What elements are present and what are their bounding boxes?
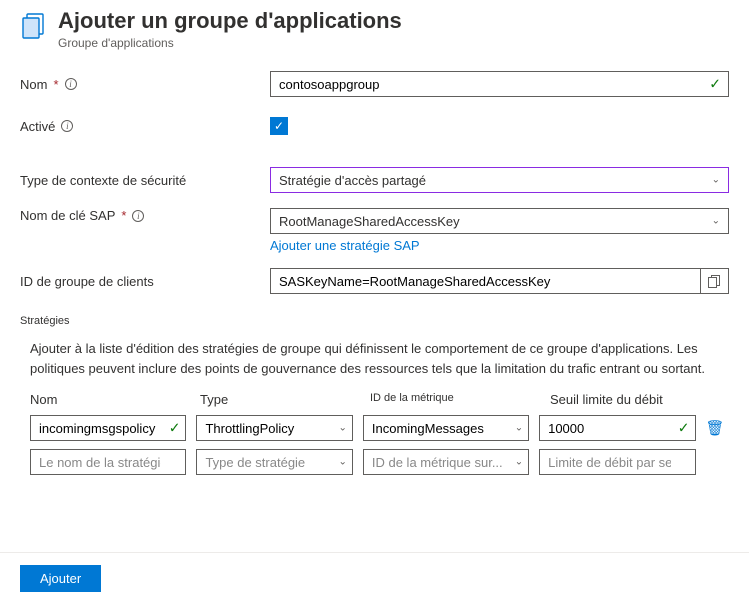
label-client-group-id: ID de groupe de clients bbox=[20, 274, 270, 289]
copy-icon bbox=[708, 275, 721, 288]
label-security-context: Type de contexte de sécurité bbox=[20, 173, 270, 188]
info-icon[interactable]: i bbox=[132, 210, 144, 222]
col-header-metric: ID de la métrique bbox=[370, 392, 540, 407]
policy-type-select[interactable] bbox=[196, 415, 352, 441]
page-subtitle: Groupe d'applications bbox=[58, 36, 402, 50]
chevron-down-icon: ⌄ bbox=[515, 423, 523, 434]
info-icon[interactable]: i bbox=[61, 120, 73, 132]
row-security-context: Type de contexte de sécurité Stratégie d… bbox=[20, 166, 729, 194]
check-icon: ✓ bbox=[169, 420, 181, 437]
check-icon: ✓ bbox=[678, 420, 690, 437]
add-sap-link[interactable]: Ajouter une stratégie SAP bbox=[270, 238, 420, 253]
chevron-down-icon: ⌄ bbox=[712, 175, 720, 186]
copy-button[interactable] bbox=[701, 268, 729, 294]
policy-name-input-empty[interactable] bbox=[30, 449, 186, 475]
policy-metric-select-empty[interactable] bbox=[363, 449, 529, 475]
policy-name-input[interactable] bbox=[30, 415, 186, 441]
row-sap-key: Nom de clé SAP*i RootManageSharedAccessK… bbox=[20, 208, 729, 253]
col-header-name: Nom bbox=[30, 392, 190, 407]
page-title: Ajouter un groupe d'applications bbox=[58, 8, 402, 34]
table-row-empty: ⌄ ⌄ bbox=[30, 449, 729, 475]
row-name: Nom* i ✓ bbox=[20, 70, 729, 98]
name-input[interactable] bbox=[270, 71, 729, 97]
label-name: Nom* i bbox=[20, 77, 270, 92]
enabled-checkbox[interactable]: ✓ bbox=[270, 117, 288, 135]
policies-description: Ajouter à la liste d'édition des stratég… bbox=[0, 339, 749, 378]
policy-metric-select[interactable] bbox=[363, 415, 529, 441]
page-header: Ajouter un groupe d'applications Groupe … bbox=[0, 0, 749, 60]
footer: Ajouter bbox=[0, 552, 749, 604]
policy-type-select-empty[interactable] bbox=[196, 449, 352, 475]
info-icon[interactable]: i bbox=[65, 78, 77, 90]
label-enabled: Activé i bbox=[20, 119, 270, 134]
chevron-down-icon: ⌄ bbox=[712, 216, 720, 227]
row-client-group-id: ID de groupe de clients bbox=[20, 267, 729, 295]
policy-threshold-input[interactable] bbox=[539, 415, 695, 441]
submit-button[interactable]: Ajouter bbox=[20, 565, 101, 592]
table-row: ✓ ⌄ ⌄ ✓ 🗑 bbox=[30, 415, 729, 441]
row-enabled: Activé i ✓ bbox=[20, 112, 729, 140]
chevron-down-icon: ⌄ bbox=[338, 423, 346, 434]
policies-section-title: Stratégies bbox=[20, 315, 749, 327]
client-group-id-input[interactable] bbox=[270, 268, 701, 294]
policies-table: Nom Type ID de la métrique Seuil limite … bbox=[0, 392, 749, 475]
table-header: Nom Type ID de la métrique Seuil limite … bbox=[30, 392, 729, 407]
policy-threshold-input-empty[interactable] bbox=[539, 449, 695, 475]
app-group-icon bbox=[20, 12, 48, 40]
sap-key-select[interactable]: RootManageSharedAccessKey ⌄ bbox=[270, 208, 729, 234]
check-icon: ✓ bbox=[709, 76, 721, 93]
chevron-down-icon: ⌄ bbox=[338, 457, 346, 468]
label-sap-key: Nom de clé SAP*i bbox=[20, 208, 270, 223]
chevron-down-icon: ⌄ bbox=[515, 457, 523, 468]
col-header-threshold: Seuil limite du débit bbox=[550, 392, 710, 407]
security-context-select[interactable]: Stratégie d'accès partagé ⌄ bbox=[270, 167, 729, 193]
col-header-type: Type bbox=[200, 392, 360, 407]
delete-icon[interactable]: 🗑 bbox=[706, 420, 725, 437]
form: Nom* i ✓ Activé i ✓ Type de contexte de … bbox=[0, 60, 749, 295]
